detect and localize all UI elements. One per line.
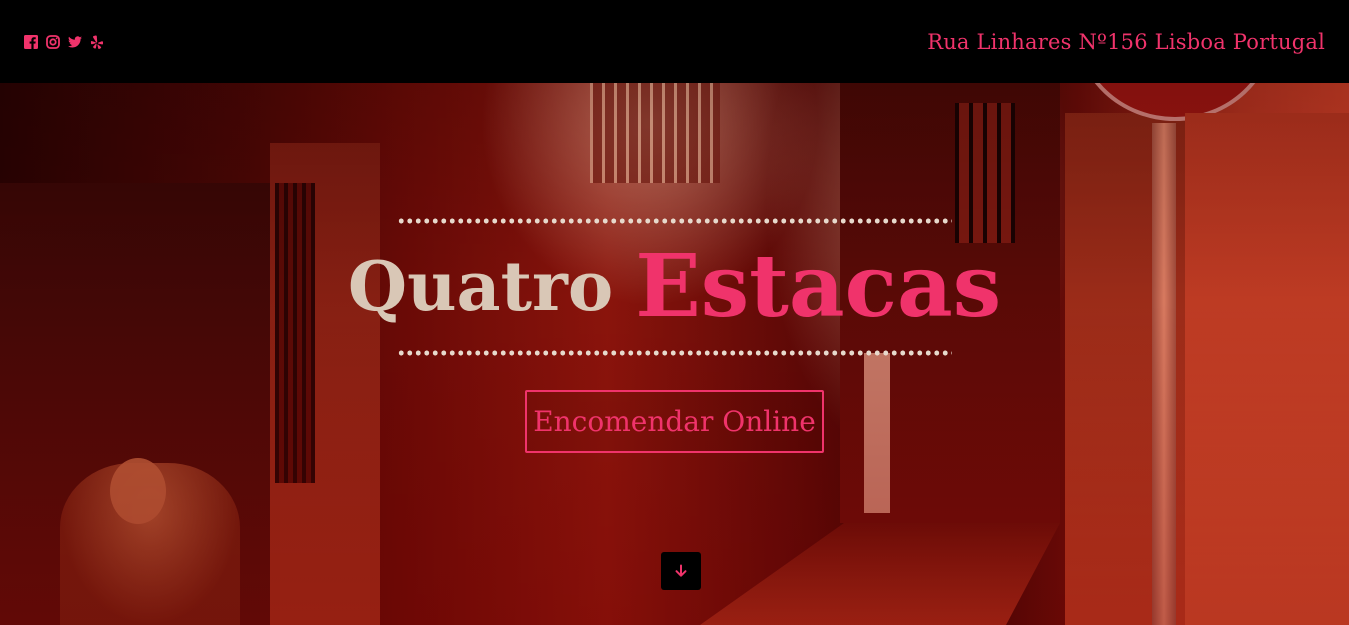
top-bar: Rua Linhares Nº156 Lisboa Portugal (0, 0, 1349, 83)
arrow-down-icon (675, 564, 687, 577)
brand-title-block: Quatro Estacas (348, 218, 1001, 356)
instagram-link[interactable] (46, 34, 60, 49)
facebook-icon (24, 34, 38, 49)
brand-title: Quatro Estacas (348, 224, 1001, 350)
twitter-link[interactable] (68, 35, 82, 49)
yelp-icon (90, 35, 103, 49)
brand-title-word2: Estacas (635, 236, 1002, 337)
social-links (24, 34, 104, 49)
order-online-button[interactable]: Encomendar Online (525, 390, 824, 453)
yelp-link[interactable] (90, 35, 104, 49)
hero-section: Quatro Estacas Encomendar Online (0, 83, 1349, 625)
twitter-icon (68, 35, 82, 47)
brand-title-word1: Quatro (347, 247, 614, 327)
instagram-icon (46, 34, 60, 49)
dotted-divider-bottom (397, 350, 952, 356)
address-text: Rua Linhares Nº156 Lisboa Portugal (927, 29, 1325, 54)
facebook-link[interactable] (24, 34, 38, 49)
scroll-down-button[interactable] (661, 552, 701, 590)
